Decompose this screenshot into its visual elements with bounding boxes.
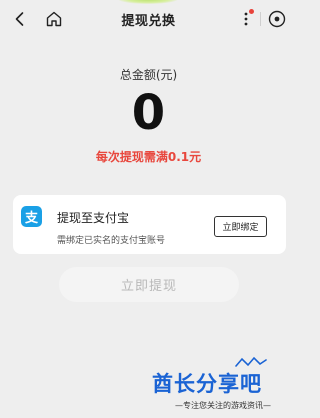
alipay-card-title: 提现至支付宝 bbox=[57, 211, 130, 225]
notification-dot bbox=[249, 9, 254, 14]
alipay-icon-glyph: 支 bbox=[24, 211, 38, 226]
alipay-card-subtitle: 需绑定已实名的支付宝账号 bbox=[57, 236, 166, 246]
close-circle-icon[interactable] bbox=[267, 9, 287, 29]
alipay-icon: 支 bbox=[21, 206, 42, 227]
withdraw-now-button[interactable]: 立即提现 bbox=[59, 267, 239, 302]
bind-now-button[interactable]: 立即绑定 bbox=[214, 216, 267, 237]
top-bar: 提现兑换 bbox=[0, 0, 297, 38]
minimum-withdraw-note: 每次提现需满0.1元 bbox=[95, 150, 202, 164]
watermark-tagline: —专注您关注的游戏资讯— bbox=[175, 401, 271, 410]
watermark-decoration-icon bbox=[235, 356, 267, 367]
total-amount-label: 总金额(元) bbox=[119, 68, 178, 82]
page-title: 提现兑换 bbox=[121, 13, 176, 29]
total-amount-value: 0 bbox=[131, 85, 166, 141]
watermark-logo: 酋长分享吧 bbox=[152, 372, 262, 396]
divider bbox=[260, 12, 261, 26]
back-arrow-icon[interactable] bbox=[10, 9, 30, 29]
home-icon[interactable] bbox=[44, 9, 64, 29]
